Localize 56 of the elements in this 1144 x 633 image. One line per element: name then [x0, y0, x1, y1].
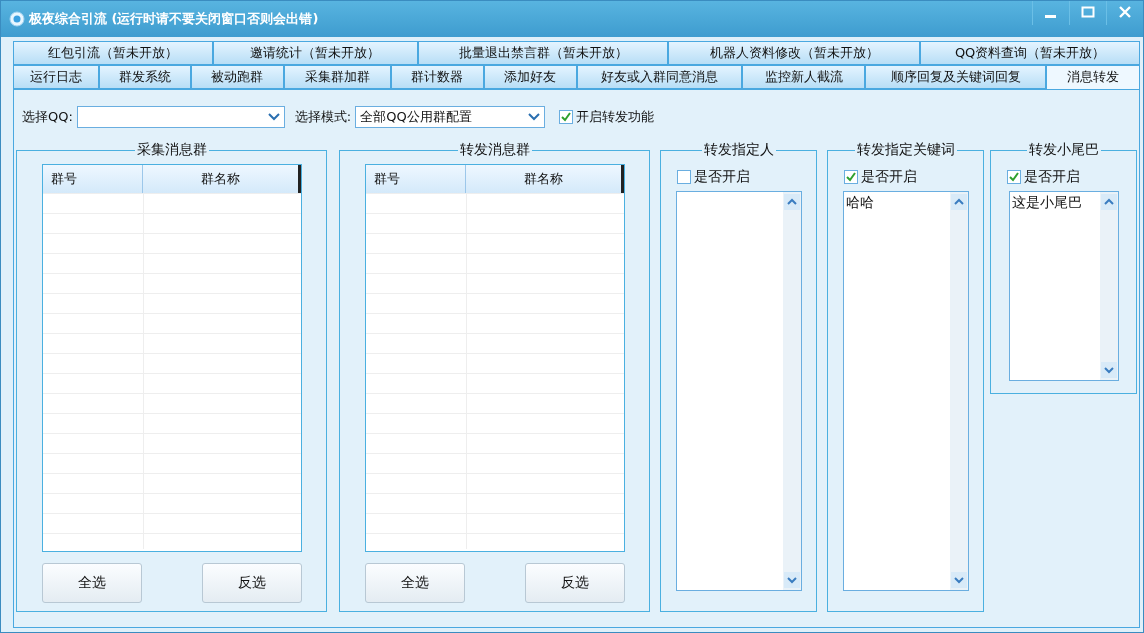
group-title: 转发消息群: [457, 141, 532, 159]
checkbox[interactable]: [1007, 170, 1021, 184]
tab[interactable]: 采集群加群: [283, 65, 391, 89]
tab[interactable]: 群发系统: [98, 65, 191, 89]
mode-dropdown[interactable]: 全部QQ公用群配置: [355, 106, 546, 128]
text-area[interactable]: 哈哈: [842, 191, 969, 591]
text-area[interactable]: 这是小尾巴: [1008, 191, 1119, 381]
tab[interactable]: 机器人资料修改（暂未开放）: [668, 41, 921, 65]
tab[interactable]: 添加好友: [483, 65, 577, 89]
text-area[interactable]: [675, 191, 802, 591]
tab[interactable]: QQ资料查询（暂未开放）: [920, 41, 1140, 65]
scroll-down-icon[interactable]: [1100, 362, 1117, 378]
tab[interactable]: 顺序回复及关键词回复: [865, 65, 1047, 89]
qq-label: 选择QQ:: [22, 108, 73, 126]
scroll-up-icon[interactable]: [1100, 194, 1117, 210]
scroll-up-icon[interactable]: [783, 194, 800, 210]
tab[interactable]: 邀请统计（暂未开放）: [212, 41, 418, 65]
tab[interactable]: 运行日志: [13, 65, 99, 89]
mode-label: 选择模式:: [294, 108, 352, 126]
window-title: 极夜综合引流 (运行时请不要关闭窗口否则会出错): [29, 10, 320, 28]
scroll-bar[interactable]: [782, 192, 801, 590]
scroll-down-icon[interactable]: [783, 572, 800, 588]
group-title: 采集消息群: [134, 141, 209, 159]
scroll-bar[interactable]: [949, 192, 968, 590]
action-button[interactable]: 全选: [41, 563, 142, 603]
checkbox-label: 开启转发功能: [576, 108, 655, 126]
action-button[interactable]: 反选: [201, 563, 302, 603]
app-icon: [9, 11, 25, 27]
tab[interactable]: 批量退出禁言群（暂未开放）: [417, 41, 669, 65]
checkbox[interactable]: [559, 110, 574, 124]
tab[interactable]: 群计数器: [390, 65, 484, 89]
scroll-down-icon[interactable]: [950, 572, 967, 588]
checkbox[interactable]: [677, 170, 691, 184]
chevron-down-icon: [528, 113, 541, 121]
group-title: 转发指定关键词: [854, 141, 957, 159]
scroll-up-icon[interactable]: [950, 194, 967, 210]
tab[interactable]: 被动跑群: [190, 65, 284, 89]
tab[interactable]: 红包引流（暂未开放）: [13, 41, 213, 65]
checkbox-label: 是否开启: [1024, 168, 1080, 186]
checkbox-label: 是否开启: [861, 168, 917, 186]
group-title: 转发小尾巴: [1026, 141, 1101, 159]
checkbox[interactable]: [844, 170, 858, 184]
checkbox-label: 是否开启: [694, 168, 750, 186]
action-button[interactable]: 反选: [524, 563, 625, 603]
action-button[interactable]: 全选: [364, 563, 465, 603]
column-header[interactable]: 群名称: [465, 165, 621, 193]
scroll-bar[interactable]: [1099, 192, 1118, 380]
column-header[interactable]: 群名称: [142, 165, 298, 193]
group-title: 转发指定人: [701, 141, 776, 159]
tab[interactable]: 消息转发: [1046, 65, 1141, 91]
tab[interactable]: 好友或入群同意消息: [576, 65, 743, 89]
chevron-down-icon: [267, 113, 280, 121]
qq-dropdown[interactable]: [76, 106, 285, 128]
column-header[interactable]: 群号: [42, 165, 143, 193]
column-header[interactable]: 群号: [365, 165, 466, 193]
tab[interactable]: 监控新人截流: [742, 65, 866, 89]
